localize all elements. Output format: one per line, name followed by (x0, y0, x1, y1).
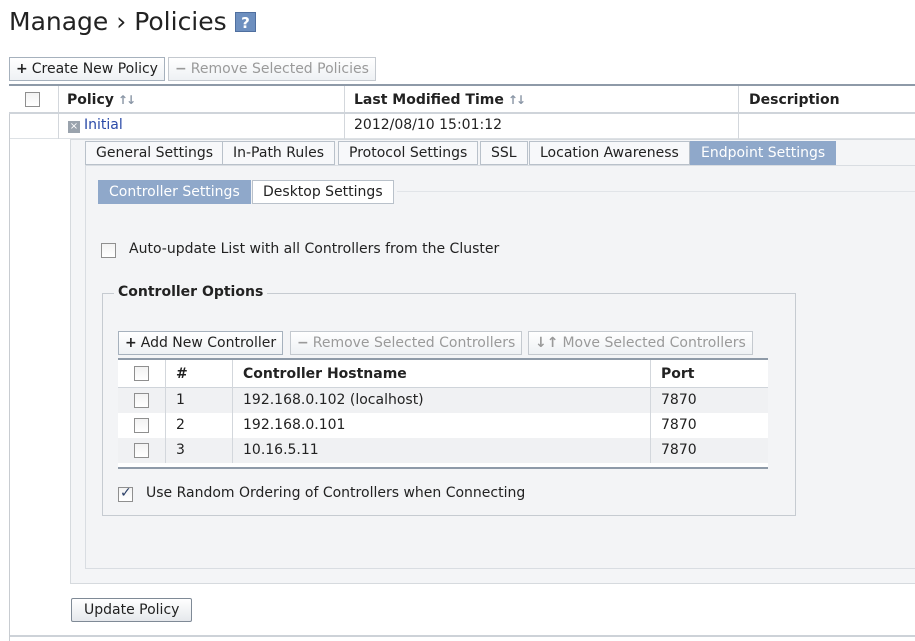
row-checkbox[interactable] (134, 393, 149, 408)
tab-location-awareness[interactable]: Location Awareness (529, 141, 690, 165)
move-selected-controllers-button[interactable]: ↓↑ Move Selected Controllers (528, 331, 753, 355)
subtab-controller-settings[interactable]: Controller Settings (98, 180, 251, 204)
create-new-policy-label: Create New Policy (31, 61, 158, 77)
column-header-last-modified-label: Last Modified Time (354, 92, 504, 108)
policy-link[interactable]: Initial (84, 117, 123, 133)
column-header-port: Port (661, 366, 695, 382)
controller-number: 1 (176, 392, 185, 408)
column-header-number: # (176, 366, 188, 382)
add-new-controller-label: Add New Controller (140, 335, 277, 351)
remove-selected-controllers-button[interactable]: − Remove Selected Controllers (290, 331, 523, 355)
column-header-description[interactable]: Description (749, 86, 840, 112)
controller-port: 7870 (661, 442, 697, 458)
controllers-table-header: # Controller Hostname Port (118, 360, 768, 388)
table-bottom-border (10, 635, 915, 637)
controllers-table: # Controller Hostname Port 1 192.168.0.1… (118, 358, 768, 469)
remove-selected-policies-label: Remove Selected Policies (190, 61, 369, 77)
column-header-policy-label: Policy (67, 92, 114, 108)
random-ordering-checkbox[interactable] (118, 485, 133, 502)
table-row[interactable]: 3 10.16.5.11 7870 (118, 438, 768, 463)
column-header-policy[interactable]: Policy ↑↓ (67, 86, 136, 112)
tab-protocol-settings[interactable]: Protocol Settings (338, 141, 479, 165)
minus-icon: − (297, 335, 309, 351)
column-header-last-modified[interactable]: Last Modified Time ↑↓ (354, 86, 526, 112)
tab-in-path-rules[interactable]: In-Path Rules (222, 141, 336, 165)
controller-hostname: 192.168.0.101 (243, 417, 346, 433)
controller-port: 7870 (661, 392, 697, 408)
sort-icon[interactable]: ↑↓ (508, 93, 526, 107)
policy-modified-cell: 2012/08/10 15:01:12 (354, 117, 503, 133)
controller-hostname: 10.16.5.11 (243, 442, 319, 458)
plus-icon: + (125, 335, 137, 351)
controller-port: 7870 (661, 417, 697, 433)
help-icon[interactable]: ? (235, 12, 256, 32)
row-checkbox[interactable] (134, 443, 149, 458)
select-all-policies-checkbox[interactable] (25, 92, 40, 107)
collapse-icon[interactable]: × (68, 121, 80, 133)
tab-ssl[interactable]: SSL (480, 141, 528, 165)
table-row[interactable]: 2 192.168.0.101 7870 (118, 413, 768, 438)
controller-options-legend: Controller Options (114, 284, 268, 300)
row-checkbox[interactable] (134, 418, 149, 433)
minus-icon: − (175, 61, 187, 77)
sort-icon[interactable]: ↑↓ (118, 93, 136, 107)
subtab-divider (397, 191, 915, 192)
policy-name-cell[interactable]: × Initial (68, 117, 123, 133)
remove-selected-controllers-label: Remove Selected Controllers (312, 335, 516, 351)
controller-number: 2 (176, 417, 185, 433)
tab-general-settings[interactable]: General Settings (85, 141, 225, 165)
remove-selected-policies-button[interactable]: − Remove Selected Policies (168, 57, 376, 81)
update-policy-button[interactable]: Update Policy (71, 598, 193, 622)
select-all-controllers-checkbox[interactable] (134, 366, 149, 381)
policies-table-header: Policy ↑↓ Last Modified Time ↑↓ Descriptio… (9, 84, 915, 114)
move-selected-controllers-label: Move Selected Controllers (562, 335, 746, 351)
controller-number: 3 (176, 442, 185, 458)
table-row[interactable]: × Initial 2012/08/10 15:01:12 (10, 114, 915, 139)
move-arrows-icon: ↓↑ (535, 335, 559, 351)
page-title: Manage › Policies (9, 7, 227, 36)
subtab-desktop-settings[interactable]: Desktop Settings (252, 180, 394, 204)
plus-icon: + (16, 61, 28, 77)
tab-endpoint-settings[interactable]: Endpoint Settings (690, 141, 837, 165)
table-row[interactable]: 1 192.168.0.102 (localhost) 7870 (118, 388, 768, 413)
auto-update-label: Auto-update List with all Controllers fr… (129, 241, 500, 257)
create-new-policy-button[interactable]: + Create New Policy (9, 57, 165, 81)
column-header-hostname: Controller Hostname (243, 366, 407, 382)
random-ordering-label: Use Random Ordering of Controllers when … (146, 485, 526, 501)
auto-update-checkbox[interactable] (101, 243, 116, 258)
add-new-controller-button[interactable]: + Add New Controller (118, 331, 284, 355)
controller-hostname: 192.168.0.102 (localhost) (243, 392, 424, 408)
